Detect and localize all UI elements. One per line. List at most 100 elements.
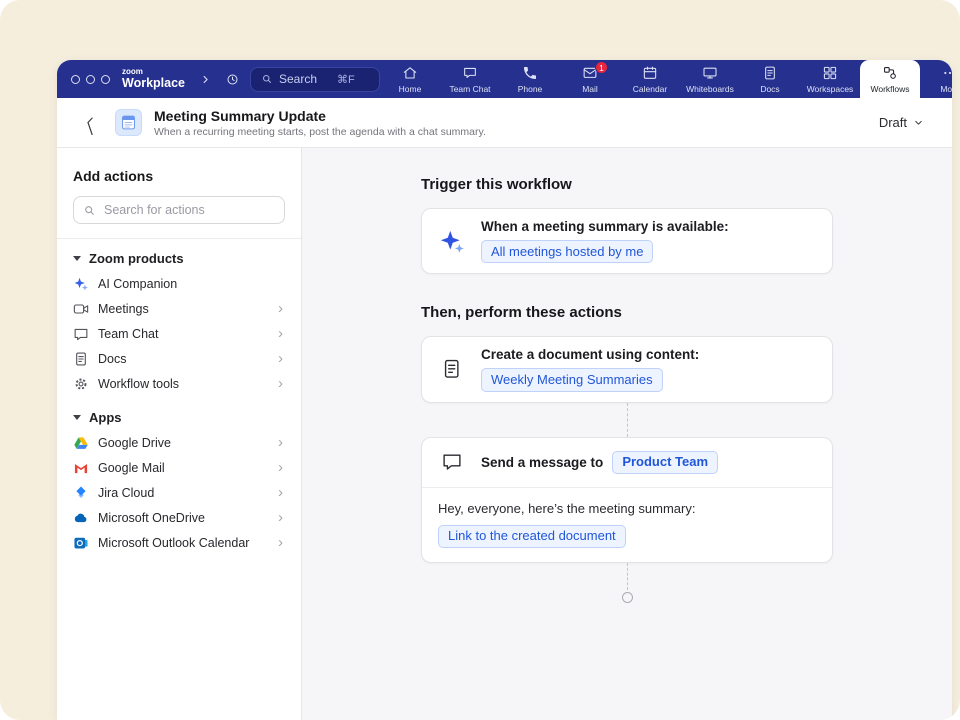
page-background: zoom Workplace Search ⌘F Home — [0, 0, 960, 720]
nav-item-label: Docs — [760, 84, 779, 94]
workflow-body: Add actions Zoom products AI Companion M… — [57, 148, 952, 720]
logo-workplace-text: Workplace — [122, 77, 185, 90]
trigger-scope-token[interactable]: All meetings hosted by me — [481, 240, 653, 263]
workflows-icon — [882, 65, 898, 81]
actions-search[interactable] — [73, 196, 285, 224]
nav-item-whiteboards[interactable]: Whiteboards — [680, 60, 740, 98]
sidebar-item-google-drive[interactable]: Google Drive › — [73, 430, 285, 455]
phone-icon — [522, 65, 538, 81]
calendar-icon — [642, 65, 658, 81]
create-document-text: Create a document using content: — [481, 347, 699, 362]
page-subtitle: When a recurring meeting starts, post th… — [154, 126, 486, 138]
actions-heading: Then, perform these actions — [421, 304, 833, 321]
chevron-right-icon: › — [278, 460, 285, 475]
outlook-icon — [73, 535, 89, 551]
window-control-dot — [71, 75, 80, 84]
nav-item-phone[interactable]: Phone — [500, 60, 560, 98]
sidebar-item-docs[interactable]: Docs › — [73, 346, 285, 371]
nav-item-label: Workspaces — [807, 84, 854, 94]
sidebar-item-team-chat[interactable]: Team Chat › — [73, 321, 285, 346]
section-label: Apps — [89, 410, 122, 425]
chevron-right-icon: › — [278, 326, 285, 341]
sidebar-item-label: Microsoft OneDrive — [98, 511, 205, 525]
nav-item-team-chat[interactable]: Team Chat — [440, 60, 500, 98]
nav-item-label: Whiteboards — [686, 84, 734, 94]
docs-icon — [762, 65, 778, 81]
message-body-text: Hey, everyone, here’s the meeting summar… — [438, 501, 816, 516]
team-chat-icon — [73, 326, 89, 342]
ai-sparkle-icon — [438, 228, 466, 254]
sidebar-item-meetings[interactable]: Meetings › — [73, 296, 285, 321]
navbar-tabs: Home Team Chat Phone 1 Mail Calend — [380, 60, 952, 98]
nav-item-mail[interactable]: 1 Mail — [560, 60, 620, 98]
nav-item-more[interactable]: More — [920, 60, 952, 98]
zoom-workplace-logo: zoom Workplace — [122, 68, 185, 90]
meetings-icon — [73, 301, 89, 317]
nav-item-label: Team Chat — [449, 84, 490, 94]
workflow-header: Meeting Summary Update When a recurring … — [57, 98, 952, 148]
sidebar-item-google-mail[interactable]: Google Mail › — [73, 455, 285, 480]
sidebar-item-jira-cloud[interactable]: Jira Cloud › — [73, 480, 285, 505]
nav-item-workspaces[interactable]: Workspaces — [800, 60, 860, 98]
global-search[interactable]: Search ⌘F — [250, 67, 380, 92]
chevron-down-icon — [913, 117, 924, 128]
document-icon — [438, 358, 466, 380]
chevron-right-icon: › — [278, 351, 285, 366]
section-apps[interactable]: Apps — [73, 404, 285, 430]
nav-item-docs[interactable]: Docs — [740, 60, 800, 98]
draft-status-dropdown[interactable]: Draft — [873, 111, 930, 134]
workflow-titles: Meeting Summary Update When a recurring … — [154, 108, 486, 138]
nav-item-label: Calendar — [633, 84, 668, 94]
team-chat-icon — [462, 65, 478, 81]
sidebar-item-microsoft-onedrive[interactable]: Microsoft OneDrive › — [73, 505, 285, 530]
chevron-right-icon: › — [278, 435, 285, 450]
sidebar-title: Add actions — [73, 168, 285, 184]
send-message-card[interactable]: Send a message to Product Team Hey, ever… — [421, 437, 833, 564]
chevron-right-icon: › — [278, 535, 285, 550]
search-shortcut: ⌘F — [337, 73, 355, 86]
more-icon — [942, 65, 952, 81]
sidebar-divider — [57, 238, 301, 239]
sidebar-item-label: Google Mail — [98, 461, 165, 475]
sidebar-item-label: Microsoft Outlook Calendar — [98, 536, 249, 550]
sidebar-item-microsoft-outlook-calendar[interactable]: Microsoft Outlook Calendar › — [73, 530, 285, 555]
history-icon[interactable] — [223, 70, 241, 88]
create-document-card[interactable]: Create a document using content: Weekly … — [421, 336, 833, 402]
section-zoom-products[interactable]: Zoom products — [73, 245, 285, 271]
whiteboards-icon — [702, 65, 718, 81]
workspaces-icon — [822, 65, 838, 81]
nav-item-calendar[interactable]: Calendar — [620, 60, 680, 98]
trigger-text: When a meeting summary is available: — [481, 219, 729, 234]
sidebar-item-label: Jira Cloud — [98, 486, 154, 500]
mail-unread-badge: 1 — [595, 61, 608, 74]
chevron-forward-icon[interactable] — [196, 70, 214, 88]
back-button[interactable] — [79, 112, 101, 134]
window-controls — [71, 75, 110, 84]
search-input[interactable] — [102, 202, 275, 218]
document-content-token[interactable]: Weekly Meeting Summaries — [481, 368, 663, 391]
sidebar-item-label: Docs — [98, 352, 126, 366]
section-label: Zoom products — [89, 251, 184, 266]
onedrive-icon — [73, 510, 89, 526]
nav-item-home[interactable]: Home — [380, 60, 440, 98]
triangle-down-icon — [73, 415, 81, 420]
nav-item-workflows[interactable]: Workflows — [860, 60, 920, 98]
sidebar-item-label: Meetings — [98, 302, 149, 316]
sidebar-item-workflow-tools[interactable]: Workflow tools › — [73, 371, 285, 396]
connector-end-circle — [622, 592, 633, 603]
search-label: Search — [279, 72, 317, 86]
recipient-token[interactable]: Product Team — [612, 451, 718, 474]
chevron-right-icon: › — [278, 376, 285, 391]
chevron-left-icon — [83, 115, 98, 130]
sidebar-item-ai-companion[interactable]: AI Companion — [73, 271, 285, 296]
workflow-canvas: Trigger this workflow When a meeting sum… — [302, 148, 952, 720]
google-drive-icon — [73, 435, 89, 451]
dashed-connector — [627, 563, 628, 590]
window-control-dot — [86, 75, 95, 84]
chevron-right-icon: › — [278, 485, 285, 500]
document-link-token[interactable]: Link to the created document — [438, 525, 626, 548]
send-message-text: Send a message to — [481, 455, 603, 470]
sidebar-item-label: Google Drive — [98, 436, 171, 450]
trigger-card[interactable]: When a meeting summary is available: All… — [421, 208, 833, 274]
status-badge: Draft — [879, 115, 907, 130]
